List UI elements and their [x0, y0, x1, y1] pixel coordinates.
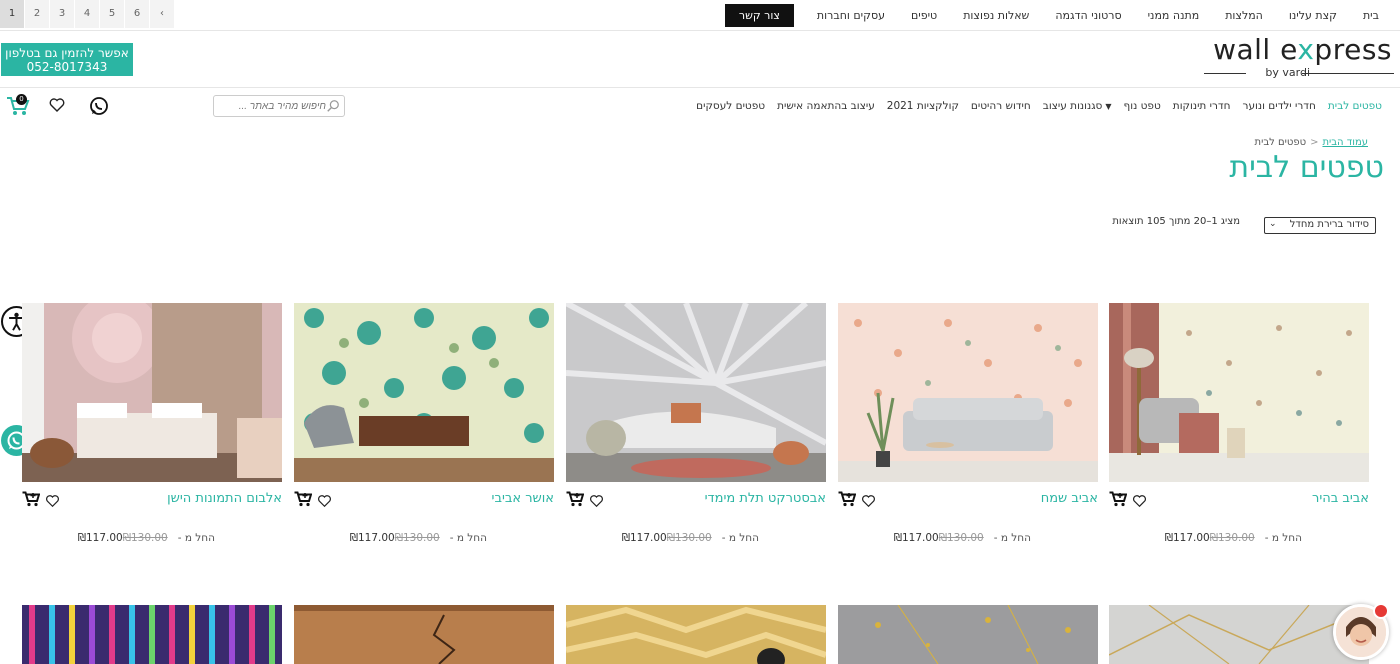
nav-furniture[interactable]: חידוש רהיטים	[965, 100, 1037, 112]
product-card[interactable]: אושר אביבי החל מ -₪117.00₪130.00	[294, 303, 554, 563]
nav-design-styles[interactable]: סגנונות עיצוב ▼	[1037, 100, 1118, 112]
breadcrumb-home[interactable]: עמוד הבית	[1322, 137, 1368, 148]
product-image[interactable]	[22, 303, 282, 482]
wishlist-heart-icon[interactable]	[1132, 494, 1147, 508]
nav-business-wallpapers[interactable]: טפטים לעסקים	[690, 100, 771, 112]
product-name[interactable]: אלבום התמונות הישן	[167, 491, 282, 506]
main-nav: טפטים לבית חדרי ילדים ונוער חדרי תינוקות…	[690, 95, 1388, 117]
breadcrumb-current: טפטים לבית	[1254, 137, 1307, 148]
whatsapp-icon[interactable]	[89, 96, 109, 116]
nav-custom-design[interactable]: עיצוב בהתאמה אישית	[771, 100, 881, 112]
sort-value: סידור ברירת מחדל	[1289, 219, 1369, 230]
product-image[interactable]	[1109, 605, 1369, 664]
product-card[interactable]: אביב שמח החל מ -₪117.00₪130.00	[838, 303, 1098, 563]
add-to-cart-icon[interactable]	[566, 491, 584, 507]
product-price: החל מ -₪117.00₪130.00	[1164, 532, 1302, 544]
product-name[interactable]: אבסטרקט תלת מימדי	[705, 491, 826, 506]
product-price: החל מ -₪117.00₪130.00	[77, 532, 215, 544]
product-image[interactable]	[294, 303, 554, 482]
nav-landscape[interactable]: טפט נוף	[1118, 100, 1167, 112]
phone-order-button[interactable]: אפשר להזמין גם בטלפון 052-8017343	[1, 43, 133, 76]
phone-line1: אפשר להזמין גם בטלפון	[5, 46, 129, 60]
product-price: החל מ -₪117.00₪130.00	[621, 532, 759, 544]
nav-kids-rooms[interactable]: חדרי ילדים ונוער	[1237, 100, 1322, 112]
wishlist-heart-icon[interactable]	[49, 97, 65, 113]
logo-line-left	[1204, 73, 1246, 74]
product-card[interactable]: אלבום התמונות הישן החל מ -₪117.00₪130.00	[22, 303, 282, 563]
nav-collections[interactable]: קולקציות 2021	[881, 100, 965, 112]
product-image[interactable]	[294, 605, 554, 664]
add-to-cart-icon[interactable]	[294, 491, 312, 507]
topnav-recommendations[interactable]: המלצות	[1212, 9, 1276, 22]
add-to-cart-icon[interactable]	[1109, 491, 1127, 507]
logo-wordmark: wall express	[1213, 33, 1392, 66]
header-divider	[0, 87, 1400, 88]
wishlist-heart-icon[interactable]	[861, 494, 876, 508]
topnav-faq[interactable]: שאלות נפוצות	[950, 9, 1042, 22]
nav-baby-rooms[interactable]: חדרי תינוקות	[1167, 100, 1237, 112]
site-logo[interactable]: wall express by vardi	[1204, 33, 1394, 82]
product-price: החל מ -₪117.00₪130.00	[349, 532, 487, 544]
product-image[interactable]	[838, 303, 1098, 482]
search-input[interactable]	[218, 98, 326, 114]
nav-home-wallpapers[interactable]: טפטים לבית	[1322, 100, 1388, 112]
sort-select[interactable]: סידור ברירת מחדל ⌄	[1264, 217, 1376, 234]
wishlist-heart-icon[interactable]	[317, 494, 332, 508]
topnav-business[interactable]: עסקים וחברות	[804, 9, 898, 22]
phone-number: 052-8017343	[26, 60, 108, 74]
product-name[interactable]: אביב בהיר	[1312, 491, 1369, 506]
result-count: מציג 1–20 מתוך 105 תוצאות	[1112, 216, 1240, 227]
search-icon[interactable]	[326, 99, 340, 113]
top-bar: בית קצת עלינו המלצות מתנה ממני סרטוני הד…	[0, 0, 1400, 31]
search-box	[213, 95, 345, 117]
cart-count-badge: 0	[16, 94, 27, 105]
product-card[interactable]: אבסטרקט תלת מימדי החל מ -₪117.00₪130.00	[566, 303, 826, 563]
top-nav: בית קצת עלינו המלצות מתנה ממני סרטוני הד…	[715, 0, 1392, 31]
product-image[interactable]	[22, 605, 282, 664]
add-to-cart-icon[interactable]	[838, 491, 856, 507]
wishlist-heart-icon[interactable]	[45, 494, 60, 508]
contact-button[interactable]: צור קשר	[724, 4, 794, 27]
topnav-home[interactable]: בית	[1350, 9, 1392, 22]
topnav-tips[interactable]: טיפים	[898, 9, 950, 22]
product-name[interactable]: אושר אביבי	[492, 491, 554, 506]
chevron-down-icon: ⌄	[1269, 219, 1277, 229]
chat-close-icon[interactable]	[1373, 603, 1389, 619]
product-card[interactable]: אביב בהיר החל מ -₪117.00₪130.00	[1109, 303, 1369, 563]
page-title: טפטים לבית	[1229, 150, 1384, 185]
product-image[interactable]	[838, 605, 1098, 664]
breadcrumb: עמוד הבית<טפטים לבית	[1255, 137, 1368, 148]
wishlist-heart-icon[interactable]	[589, 494, 604, 508]
topnav-about[interactable]: קצת עלינו	[1276, 9, 1350, 22]
product-name[interactable]: אביב שמח	[1041, 491, 1098, 506]
logo-line-right	[1302, 73, 1394, 74]
product-image[interactable]	[566, 605, 826, 664]
product-price: החל מ -₪117.00₪130.00	[893, 532, 1031, 544]
product-image[interactable]	[566, 303, 826, 482]
product-image[interactable]	[1109, 303, 1369, 482]
breadcrumb-separator: <	[1310, 137, 1319, 148]
add-to-cart-icon[interactable]	[22, 491, 40, 507]
topnav-gift[interactable]: מתנה ממני	[1135, 9, 1213, 22]
chevron-down-icon: ▼	[1105, 102, 1112, 111]
topnav-videos[interactable]: סרטוני הדגמה	[1042, 9, 1134, 22]
